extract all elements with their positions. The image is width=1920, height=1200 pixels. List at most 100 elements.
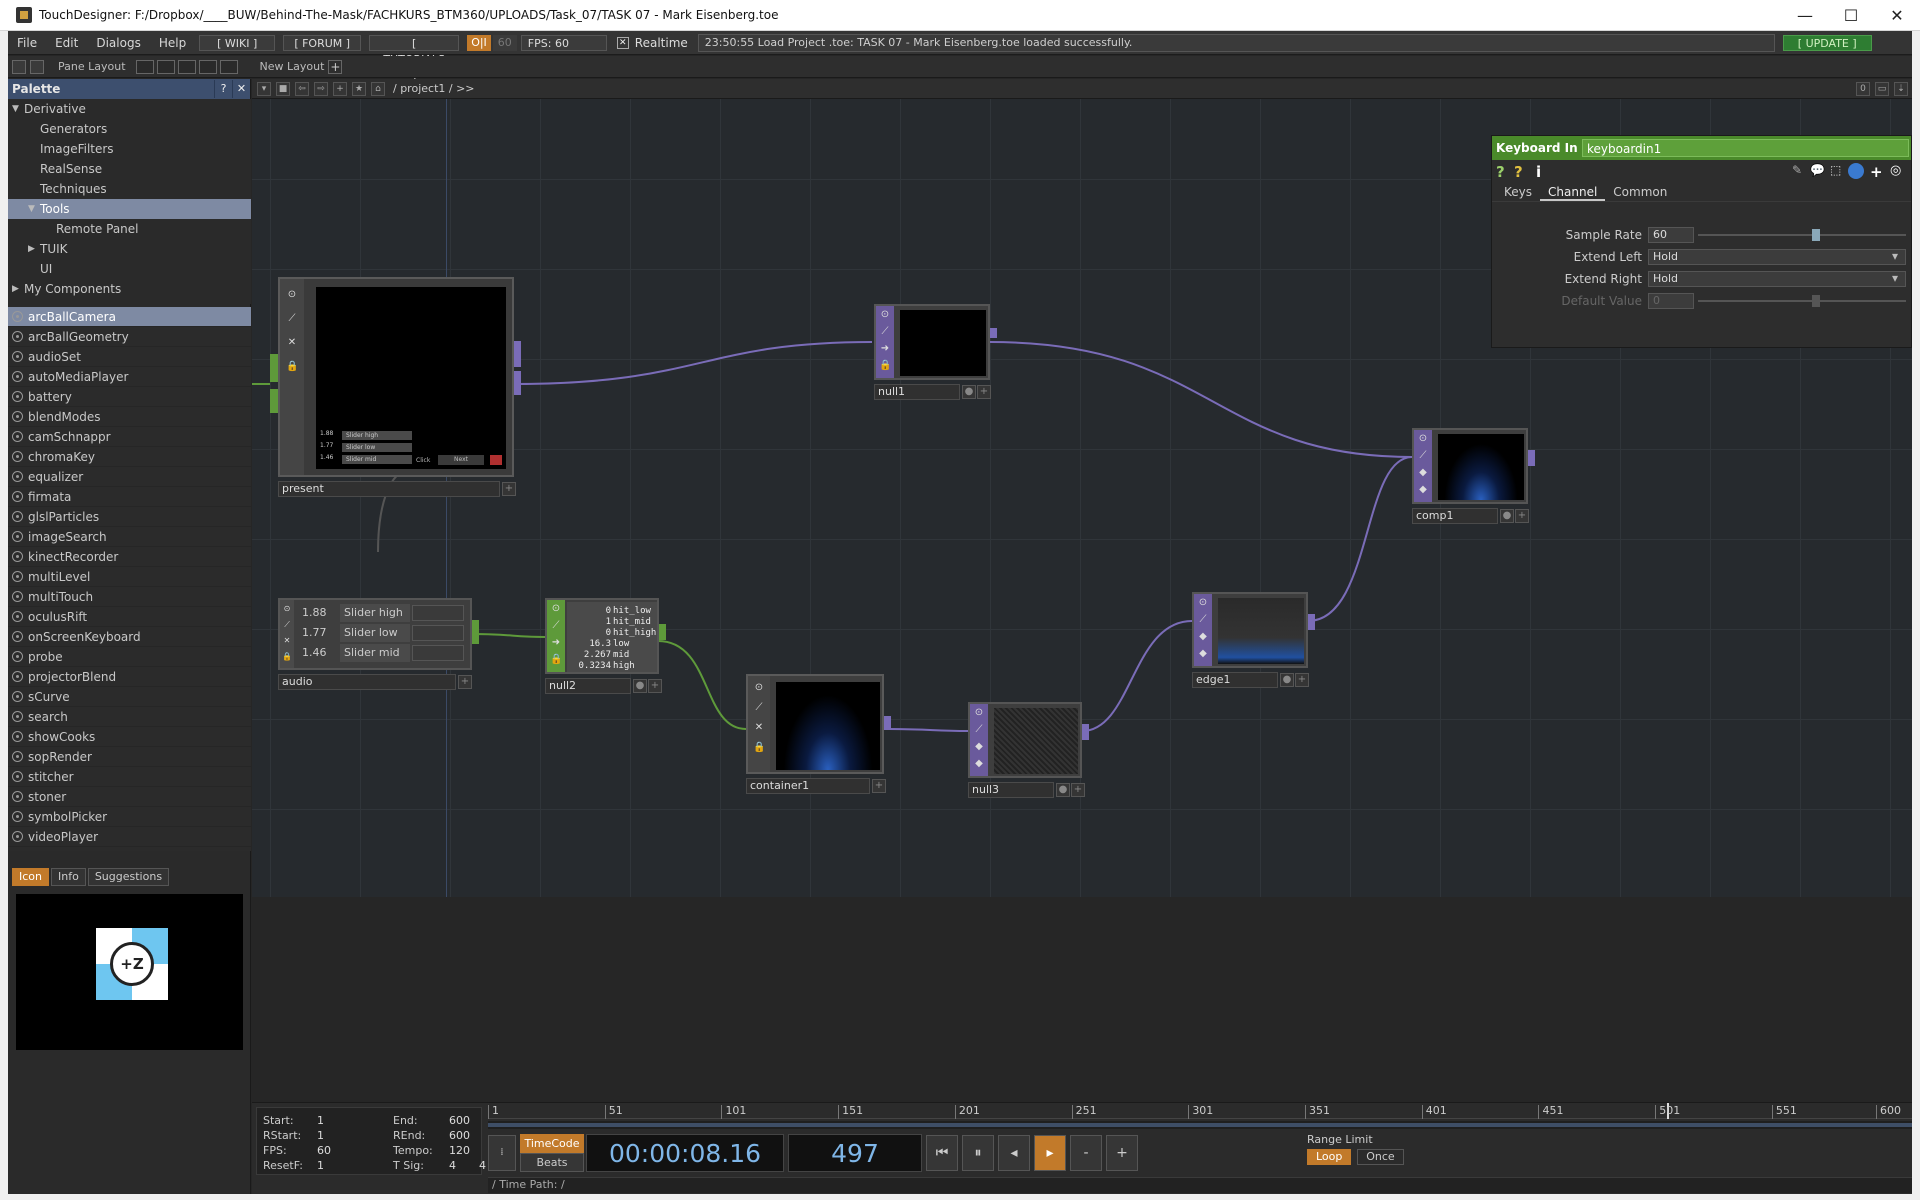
palette-component-item[interactable]: onScreenKeyboard [8,627,251,647]
tab-icon[interactable]: Icon [12,868,49,886]
palette-component-item[interactable]: blendModes [8,407,251,427]
null1-add-button[interactable]: + [977,385,991,399]
node-container1[interactable]: ⊙ ⟋ ✕ 🔒 container1 + [746,674,891,794]
tab-keys[interactable]: Keys [1496,182,1540,201]
once-button[interactable]: Once [1357,1149,1404,1165]
viewer-active-icon[interactable]: ⊙ [286,289,298,301]
menu-help[interactable]: Help [150,36,195,50]
viewer-active-icon[interactable]: ⊙ [281,603,293,615]
step-back-button[interactable]: - [1070,1135,1102,1171]
palette-component-item[interactable]: autoMediaPlayer [8,367,251,387]
palette-component-item[interactable]: arcBallCamera [8,307,251,327]
node-null2[interactable]: ⊙ ⟋ ➜ 🔒 0 hit_low 1 hit_mid 0 hit_high 16.3 low… [545,598,666,694]
display-flag-icon[interactable]: ⟋ [879,326,891,338]
viewer-active-icon[interactable]: ⊙ [1197,597,1209,609]
display-flag-icon[interactable]: ⟋ [1417,450,1429,462]
palette-component-item[interactable]: projectorBlend [8,667,251,687]
comment-icon[interactable]: 💬 [1810,163,1825,177]
node-edge1[interactable]: ⊙ ⟋ ◆ ◆ edge1 ● + [1192,592,1315,688]
null1-output-connector[interactable] [990,328,997,338]
timeline-setting-value[interactable]: 1 [317,1159,324,1172]
timeline-ruler[interactable]: 1 51 101 151 201 251 301 351 401 451 501 551 600 [488,1103,1912,1119]
palette-tree-item[interactable]: ImageFilters [8,139,251,159]
help-icon[interactable]: ? [1496,163,1505,181]
tutorials-button[interactable]: [ TUTORIALS ] [369,34,460,82]
dropdown-arrow-icon[interactable]: ▾ [1892,249,1898,263]
viewer-active-icon[interactable]: ⊙ [550,603,562,615]
palette-tree-item[interactable]: ▼ Tools [8,199,251,219]
null3-output-connector[interactable] [1082,724,1089,740]
palette-component-item[interactable]: sCurve [8,687,251,707]
caret-right-icon[interactable]: ▶ [28,239,35,259]
render-flag-icon[interactable]: ➜ [550,637,562,649]
palette-component-item[interactable]: videoPlayer [8,827,251,847]
rewind-button[interactable]: ⏮ [926,1135,958,1171]
palette-tree-item[interactable]: Generators [8,119,251,139]
parameter-menu[interactable]: Hold [1648,271,1906,287]
lock-icon[interactable]: ◆ [973,758,985,770]
display-flag-icon[interactable]: ⟋ [281,619,293,631]
palette-help-button[interactable]: ? [214,80,232,98]
present-add-button[interactable]: + [502,482,516,496]
loop-button[interactable]: Loop [1307,1149,1352,1165]
container1-add-button[interactable]: + [872,779,886,793]
node-label-null3[interactable]: null3 [968,782,1054,798]
python-icon[interactable] [1848,163,1864,179]
caret-down-icon[interactable]: ▼ [12,99,19,119]
palette-component-item[interactable]: multiTouch [8,587,251,607]
timeline-setting-value[interactable]: 600 [449,1129,470,1142]
display-flag-icon[interactable]: ⟋ [1197,614,1209,626]
edge1-add-button[interactable]: + [1295,673,1309,687]
parameter-slider[interactable] [1698,300,1906,302]
present-output-connector-2[interactable] [514,371,521,395]
cook-toggle-button[interactable]: O|I [467,34,491,51]
node-present[interactable]: ⊙ ⟋ ✕ 🔒 1.88 Slider high 1.77 Slider low… [278,277,521,497]
update-button[interactable]: [ UPDATE ] [1782,34,1872,51]
palette-component-item[interactable]: arcBallGeometry [8,327,251,347]
timeline-setting-value[interactable]: 600 [449,1114,470,1127]
palette-tree-item[interactable]: RealSense [8,159,251,179]
palette-tree-item[interactable]: UI [8,259,251,279]
null3-add-button[interactable]: + [1071,783,1085,797]
palette-component-item[interactable]: stoner [8,787,251,807]
parameter-value-field[interactable]: 0 [1648,293,1694,309]
wiki-button[interactable]: [ WIKI ] [199,34,276,51]
render-flag-icon[interactable]: ◆ [1417,467,1429,479]
lock-icon[interactable]: 🔒 [281,651,293,663]
palette-component-item[interactable]: equalizer [8,467,251,487]
layout-single-icon[interactable] [135,59,154,74]
timeline-scrubber[interactable] [488,1121,1912,1129]
edge1-output-connector[interactable] [1308,614,1315,630]
timeline-setting-value[interactable]: 1 [317,1129,324,1142]
node-null1[interactable]: ⊙ ⟋ ➜ 🔒 null1 ● + [874,304,997,400]
timeline-setting-value[interactable]: 1 [317,1114,324,1127]
lock-icon[interactable]: 🔒 [286,361,298,373]
target-icon[interactable]: ◎ [1890,163,1901,178]
realtime-checkbox[interactable]: ✕ [616,36,629,49]
audio-output-connector[interactable] [472,620,479,644]
container1-output-connector[interactable] [884,716,891,730]
pause-button[interactable]: ⏸ [962,1135,994,1171]
palette-component-item[interactable]: symbolPicker [8,807,251,827]
lock-icon[interactable]: ◆ [1417,484,1429,496]
palette-component-item[interactable]: camSchnappr [8,427,251,447]
display-flag-icon[interactable]: ⟋ [550,620,562,632]
tab-common[interactable]: Common [1605,182,1675,201]
palette-tree-item[interactable]: ▶ TUIK [8,239,251,259]
play-reverse-button[interactable]: ◂ [998,1135,1030,1171]
pane-view-icon[interactable] [30,59,44,74]
forum-button[interactable]: [ FORUM ] [283,34,362,51]
timeline-setting-value[interactable]: 4 [449,1159,456,1172]
comp1-add-button[interactable]: + [1515,509,1529,523]
beats-mode-button[interactable]: Beats [520,1153,584,1172]
palette-component-item[interactable]: glslParticles [8,507,251,527]
dropdown-arrow-icon[interactable]: ▾ [1892,271,1898,285]
frame-display[interactable]: 497 [788,1134,922,1172]
node-label-present[interactable]: present [278,481,500,497]
null1-viewer-button[interactable]: ● [962,385,976,399]
viewer-active-icon[interactable]: ⊙ [753,682,765,694]
palette-component-item[interactable]: kinectRecorder [8,547,251,567]
slider-handle[interactable] [1812,229,1821,241]
timeline-setting-value[interactable]: 60 [317,1144,331,1157]
bypass-icon[interactable]: ✕ [281,635,293,647]
